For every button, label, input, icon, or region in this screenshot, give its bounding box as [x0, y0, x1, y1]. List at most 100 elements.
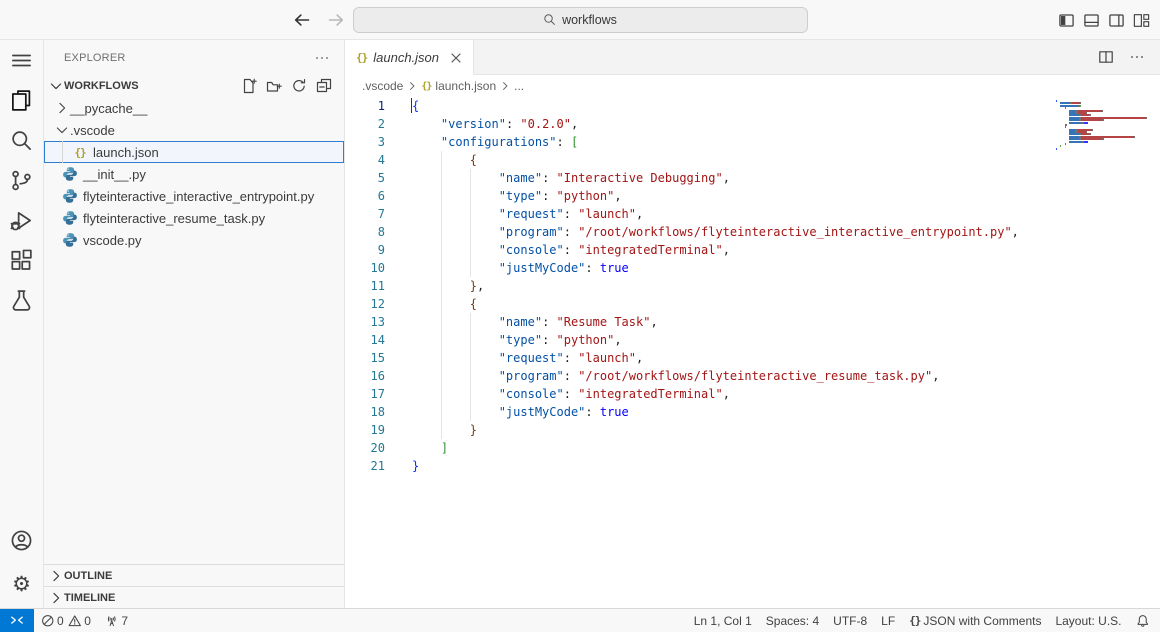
new-folder-button[interactable]	[266, 78, 282, 94]
end-of-line[interactable]: LF	[874, 609, 902, 632]
tree-item-__init__.py[interactable]: __init__.py	[44, 163, 344, 185]
line-number[interactable]: 16	[345, 367, 385, 385]
split-editor-icon[interactable]	[1098, 49, 1114, 65]
line-number[interactable]: 10	[345, 259, 385, 277]
outline-section-header[interactable]: OUTLINE	[44, 564, 344, 586]
notifications-bell[interactable]	[1129, 609, 1157, 632]
tree-item-.vscode[interactable]: .vscode	[44, 119, 344, 141]
code-line[interactable]: 21}	[345, 457, 1160, 475]
tree-item-flyteinteractive_interactive_entrypoint.py[interactable]: flyteinteractive_interactive_entrypoint.…	[44, 185, 344, 207]
line-number[interactable]: 21	[345, 457, 385, 475]
code-line[interactable]: 19 }	[345, 421, 1160, 439]
line-number[interactable]: 15	[345, 349, 385, 367]
minimap[interactable]	[1056, 100, 1148, 150]
code-line[interactable]: 17 "console": "integratedTerminal",	[345, 385, 1160, 403]
code-line[interactable]: 6 "type": "python",	[345, 187, 1160, 205]
line-number[interactable]: 11	[345, 277, 385, 295]
code-line[interactable]: 7 "request": "launch",	[345, 205, 1160, 223]
line-number[interactable]: 9	[345, 241, 385, 259]
back-icon[interactable]	[293, 11, 311, 29]
remote-indicator[interactable]	[0, 609, 34, 632]
code-line[interactable]: 3 "configurations": [	[345, 133, 1160, 151]
line-number[interactable]: 19	[345, 421, 385, 439]
line-number[interactable]: 20	[345, 439, 385, 457]
code-line[interactable]: 20 ]	[345, 439, 1160, 457]
close-tab-icon[interactable]	[448, 50, 464, 66]
line-number[interactable]: 13	[345, 313, 385, 331]
collapse-folders-button[interactable]	[316, 78, 332, 94]
line-number[interactable]: 1	[345, 97, 385, 115]
tree-item-vscode.py[interactable]: vscode.py	[44, 229, 344, 251]
menu-button[interactable]	[0, 40, 44, 80]
line-number[interactable]: 4	[345, 151, 385, 169]
code-line[interactable]: 15 "request": "launch",	[345, 349, 1160, 367]
refresh-explorer-button[interactable]	[291, 78, 307, 94]
code-line[interactable]: 13 "name": "Resume Task",	[345, 313, 1160, 331]
chevron-right-icon	[48, 590, 64, 606]
settings-button[interactable]: ⚙	[0, 568, 44, 600]
encoding[interactable]: UTF-8	[826, 609, 874, 632]
breadcrumb-item[interactable]: ...	[514, 79, 524, 93]
forwarded-ports[interactable]: 7	[98, 609, 135, 632]
toggle-panel-icon[interactable]	[1083, 12, 1100, 29]
language-mode[interactable]: {}JSON with Comments	[902, 609, 1048, 632]
indent-guide	[470, 313, 471, 331]
views-more-actions-icon[interactable]	[314, 50, 330, 66]
code-line[interactable]: 8 "program": "/root/workflows/flyteinter…	[345, 223, 1160, 241]
command-center-search[interactable]: workflows	[353, 7, 808, 33]
keyboard-layout[interactable]: Layout: U.S.	[1048, 609, 1128, 632]
workflows-section-header[interactable]: WORKFLOWS	[44, 75, 344, 97]
tree-item-__pycache__[interactable]: __pycache__	[44, 97, 344, 119]
breadcrumb-label: ...	[514, 79, 524, 93]
extensions-view-button[interactable]	[0, 240, 44, 280]
new-file-button[interactable]	[241, 78, 257, 94]
line-number[interactable]: 18	[345, 403, 385, 421]
testing-view-button[interactable]	[0, 280, 44, 320]
line-number[interactable]: 12	[345, 295, 385, 313]
toggle-primary-sidebar-icon[interactable]	[1058, 12, 1075, 29]
line-number[interactable]: 14	[345, 331, 385, 349]
editor-more-actions-icon[interactable]	[1129, 49, 1145, 65]
timeline-section-header[interactable]: TIMELINE	[44, 586, 344, 608]
run-debug-view-button[interactable]	[0, 200, 44, 240]
line-number[interactable]: 3	[345, 133, 385, 151]
code-line[interactable]: 12 {	[345, 295, 1160, 313]
error-icon	[41, 614, 55, 628]
line-number[interactable]: 6	[345, 187, 385, 205]
minimap-segment	[1102, 110, 1103, 112]
code-line-content: {	[385, 151, 1160, 169]
indentation[interactable]: Spaces: 4	[759, 609, 826, 632]
toggle-secondary-sidebar-icon[interactable]	[1108, 12, 1125, 29]
code-line[interactable]: 14 "type": "python",	[345, 331, 1160, 349]
code-line[interactable]: 10 "justMyCode": true	[345, 259, 1160, 277]
code-line[interactable]: 18 "justMyCode": true	[345, 403, 1160, 421]
line-number[interactable]: 7	[345, 205, 385, 223]
code-line[interactable]: 4 {	[345, 151, 1160, 169]
code-line[interactable]: 2 "version": "0.2.0",	[345, 115, 1160, 133]
code-line[interactable]: 11 },	[345, 277, 1160, 295]
accounts-button[interactable]	[0, 524, 44, 556]
customize-layout-icon[interactable]	[1133, 12, 1150, 29]
line-number[interactable]: 17	[345, 385, 385, 403]
line-number[interactable]: 8	[345, 223, 385, 241]
code-line[interactable]: 5 "name": "Interactive Debugging",	[345, 169, 1160, 187]
breadcrumb-item[interactable]: {}launch.json	[421, 79, 496, 93]
problems-status[interactable]: 00	[34, 609, 98, 632]
tree-item-flyteinteractive_resume_task.py[interactable]: flyteinteractive_resume_task.py	[44, 207, 344, 229]
tab-launch-json[interactable]: {} launch.json	[345, 40, 474, 75]
source-control-view-button[interactable]	[0, 160, 44, 200]
chevron-right-icon	[48, 568, 64, 584]
indent-guide	[470, 385, 471, 403]
code-line[interactable]: 1{	[345, 97, 1160, 115]
tree-item-launch.json[interactable]: {}launch.json	[44, 141, 344, 163]
forward-icon[interactable]	[327, 11, 345, 29]
code-line[interactable]: 16 "program": "/root/workflows/flyteinte…	[345, 367, 1160, 385]
explorer-view-button[interactable]	[0, 80, 44, 120]
code-line[interactable]: 9 "console": "integratedTerminal",	[345, 241, 1160, 259]
line-number[interactable]: 5	[345, 169, 385, 187]
search-view-button[interactable]	[0, 120, 44, 160]
line-number[interactable]: 2	[345, 115, 385, 133]
breadcrumb-item[interactable]: .vscode	[362, 79, 403, 93]
cursor-position[interactable]: Ln 1, Col 1	[687, 609, 759, 632]
code-editor[interactable]: 1{2 "version": "0.2.0",3 "configurations…	[345, 97, 1160, 608]
